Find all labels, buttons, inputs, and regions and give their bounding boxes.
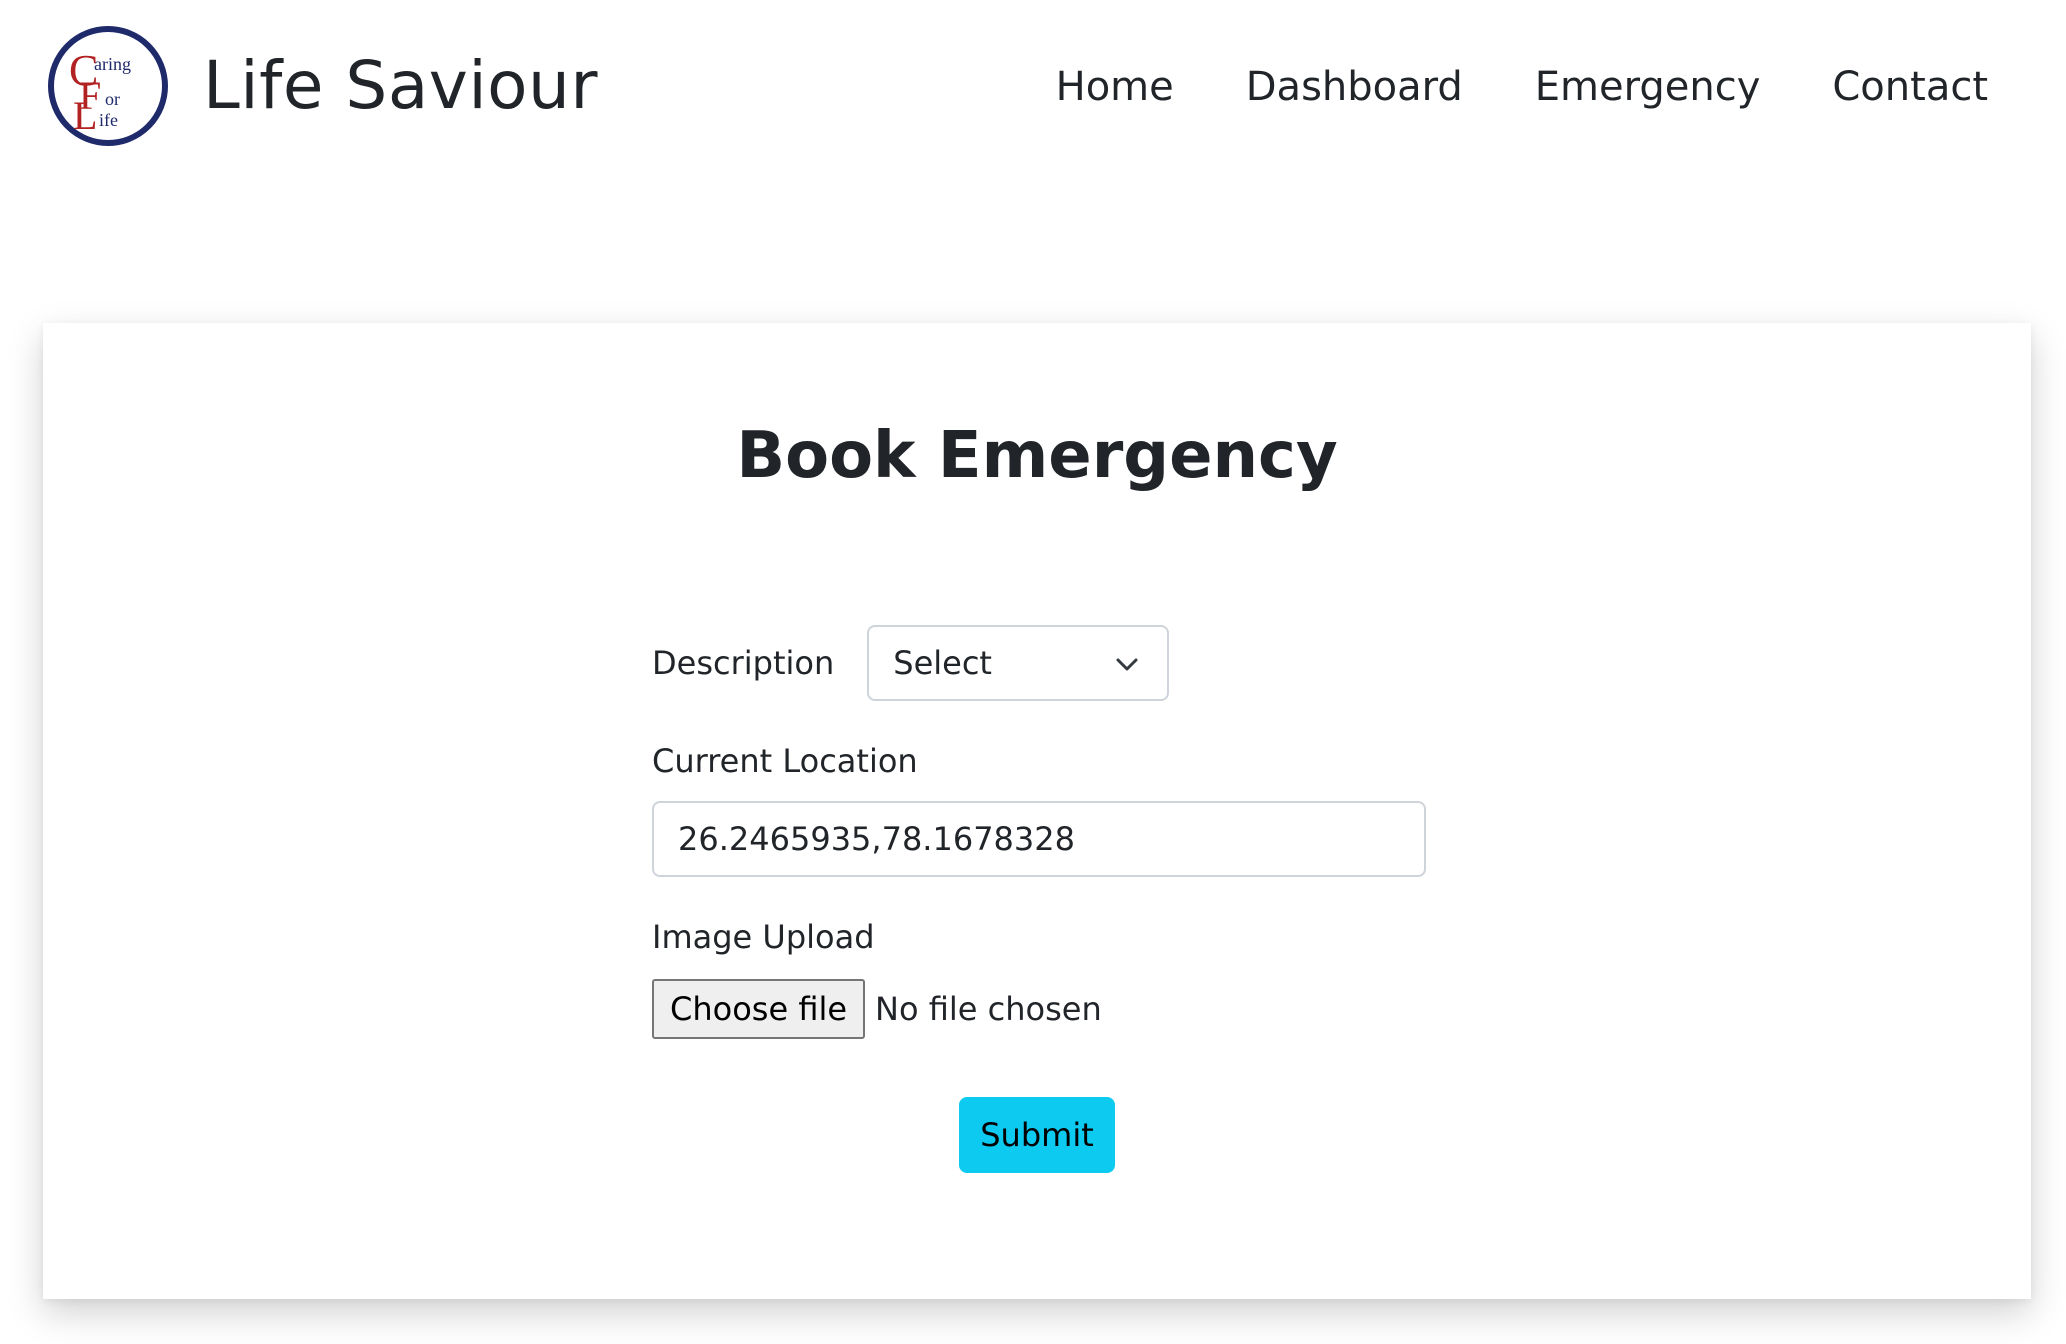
nav-links: Home Dashboard Emergency Contact xyxy=(1056,62,1988,112)
submit-wrap: Submit xyxy=(43,1097,2031,1173)
choose-file-button[interactable]: Choose file xyxy=(652,979,866,1039)
emergency-card: Book Emergency Description Select Curren… xyxy=(43,323,2031,1299)
image-upload-label: Image Upload xyxy=(652,918,875,956)
chevron-down-icon xyxy=(1116,658,1138,671)
logo-letter-l: L xyxy=(73,93,97,138)
description-row: Description Select xyxy=(652,625,1426,701)
nav-link-emergency[interactable]: Emergency xyxy=(1535,62,1761,112)
submit-button[interactable]: Submit xyxy=(959,1097,1115,1173)
logo-word-ife: ife xyxy=(99,110,118,130)
navbar: C aring F or L ife Life Saviour Home Das… xyxy=(0,0,2066,176)
location-label: Current Location xyxy=(652,742,918,780)
brand-link[interactable]: C aring F or L ife Life Saviour xyxy=(47,25,598,147)
caring-for-life-logo-icon: C aring F or L ife xyxy=(48,26,168,146)
nav-link-dashboard[interactable]: Dashboard xyxy=(1246,62,1463,112)
location-input[interactable] xyxy=(652,801,1426,877)
logo-word-aring: aring xyxy=(94,54,131,74)
description-selected-value: Select xyxy=(893,644,992,682)
nav-link-home[interactable]: Home xyxy=(1056,62,1174,112)
description-select[interactable]: Select xyxy=(867,625,1170,701)
brand-name: Life Saviour xyxy=(203,47,599,124)
file-status: No file chosen xyxy=(875,990,1102,1028)
logo-word-or: or xyxy=(105,89,120,109)
nav-link-contact[interactable]: Contact xyxy=(1832,62,1988,112)
description-label: Description xyxy=(652,644,835,682)
file-input: Choose file No file chosen xyxy=(652,979,1426,1039)
page-title: Book Emergency xyxy=(736,419,1338,493)
emergency-form: Description Select Current Location Imag… xyxy=(652,625,1426,1039)
